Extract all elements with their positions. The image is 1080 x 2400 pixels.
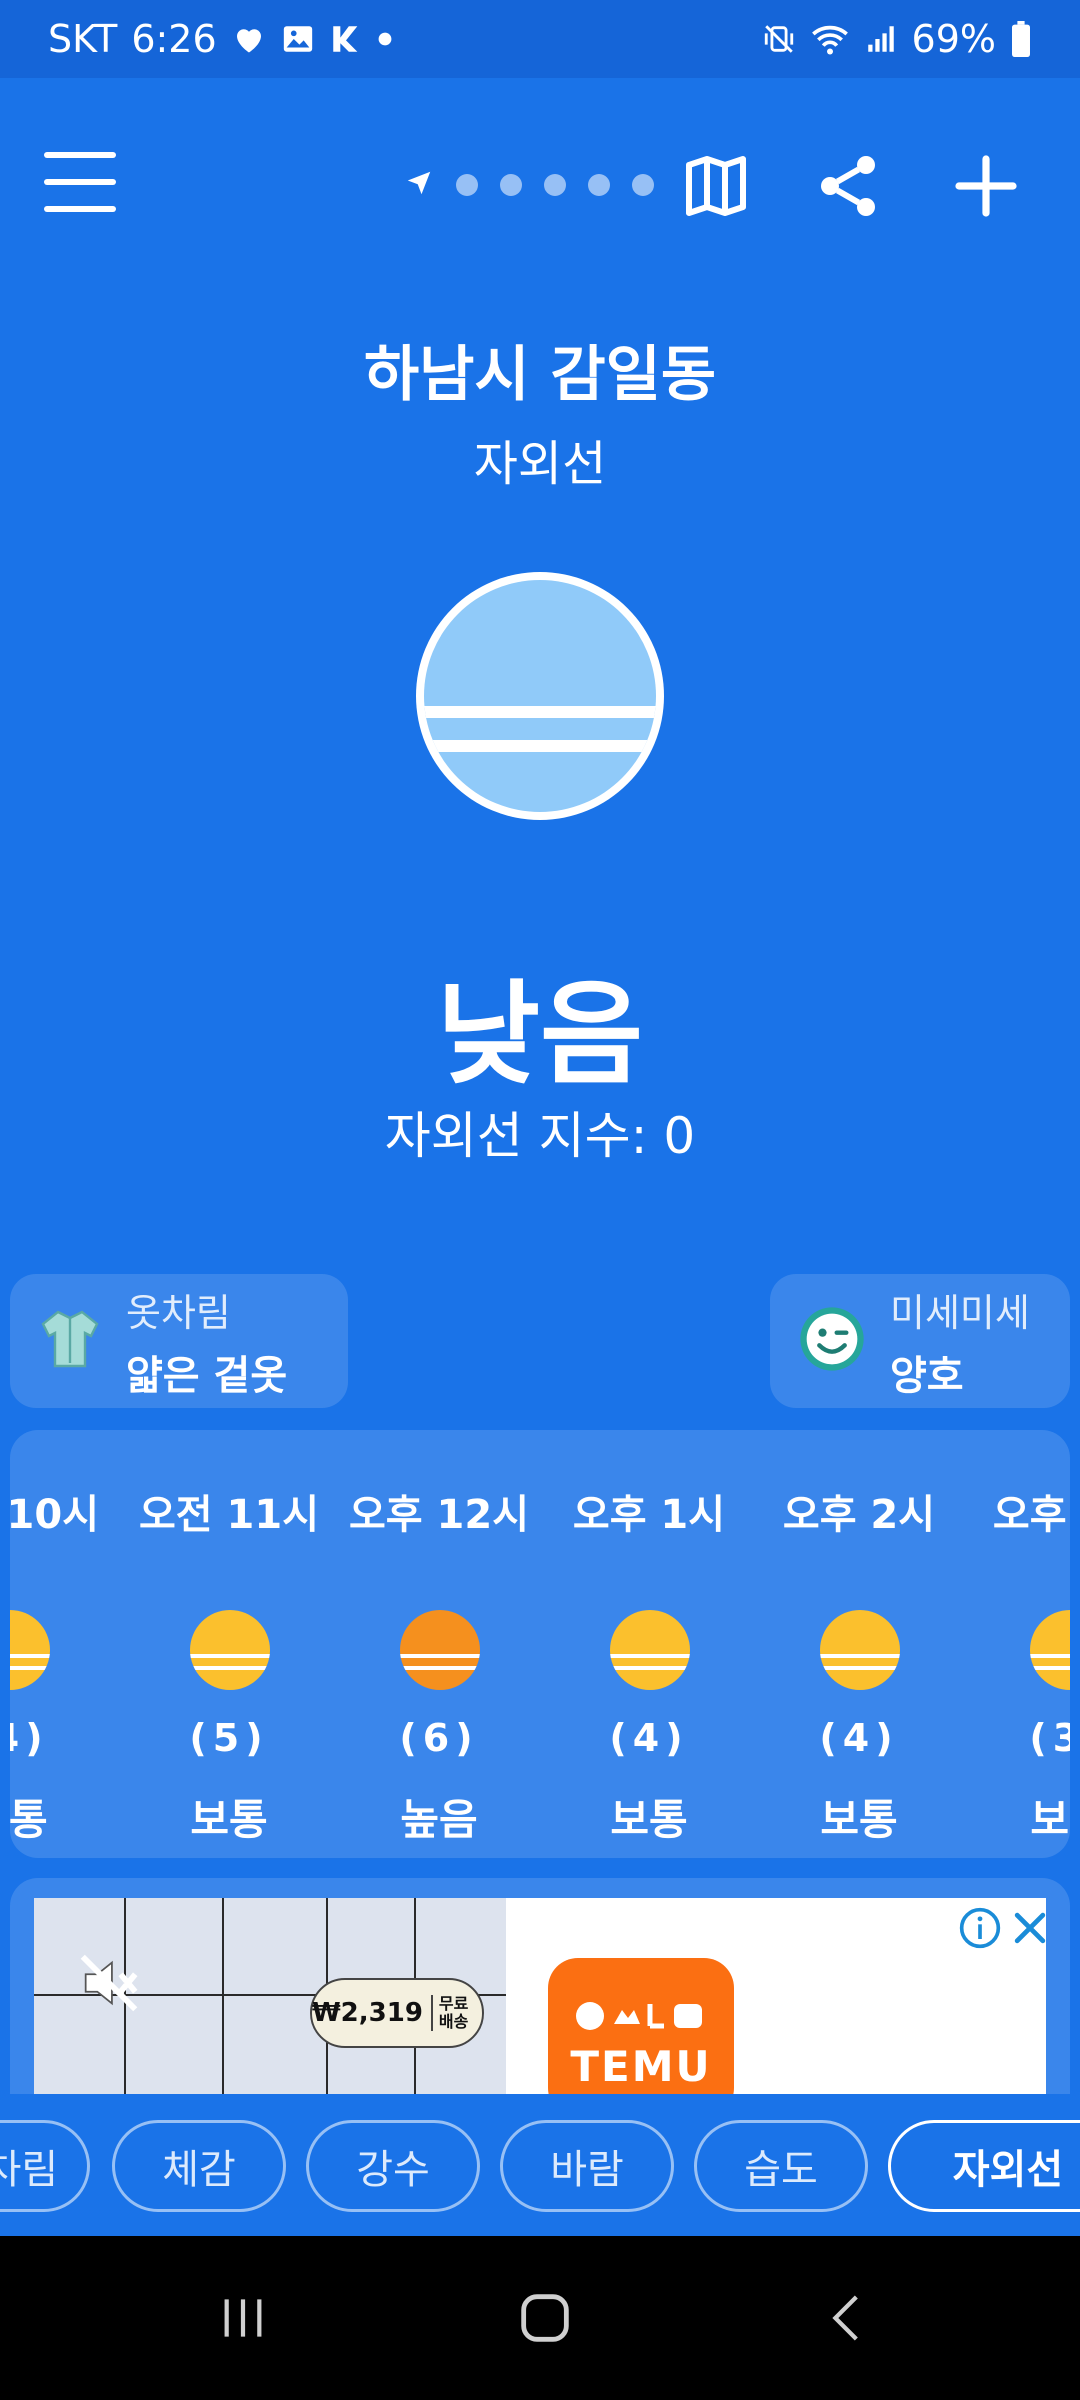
tab-clothing[interactable]: 옷차림 xyxy=(0,2120,90,2212)
ad-close-icon[interactable] xyxy=(1008,1906,1046,1950)
tab-humidity[interactable]: 습도 xyxy=(694,2120,868,2212)
hour-level: 보통 xyxy=(1030,1795,1070,1844)
recent-apps-icon[interactable] xyxy=(198,2276,288,2360)
tab-feels-like[interactable]: 체감 xyxy=(112,2120,286,2212)
hour-index: (5) xyxy=(189,1716,269,1760)
tab-precipitation[interactable]: 강수 xyxy=(306,2120,480,2212)
hourly-item: 오후 2시 (4) 보통 xyxy=(754,1430,964,1858)
page-subtitle: 자외선 xyxy=(473,436,607,492)
menu-icon[interactable] xyxy=(44,152,116,212)
ad-info-icon[interactable] xyxy=(958,1906,1002,1950)
ad-free-shipping: 무료 배송 xyxy=(430,1995,482,2031)
hour-level: 보통 xyxy=(190,1795,268,1844)
fine-dust-value: 양호 xyxy=(890,1352,964,1399)
uv-moderate-icon xyxy=(188,1608,272,1692)
more-notifications-dot-icon xyxy=(377,31,393,47)
fine-dust-title: 미세미세 xyxy=(890,1290,1030,1335)
hour-time: 오후 2시 xyxy=(782,1492,936,1538)
hour-index: (6) xyxy=(399,1716,479,1760)
hour-time: 오후 1시 xyxy=(572,1492,726,1538)
temu-brand: TEMU xyxy=(570,2042,712,2091)
mute-vibrate-icon xyxy=(762,22,796,56)
uv-moderate-icon xyxy=(10,1608,52,1692)
hourly-item: 오후 3시 (3) 보통 xyxy=(964,1430,1070,1858)
location-title: 하남시 감일동 xyxy=(363,340,717,410)
uv-level-label: 낮음 xyxy=(436,970,644,1100)
temu-logo: TEMU xyxy=(548,1958,734,2094)
system-nav-bar xyxy=(0,2236,1080,2400)
location-pager[interactable] xyxy=(404,168,654,202)
hour-time: 오전 10시 xyxy=(10,1492,99,1538)
clothing-title: 옷차림 xyxy=(126,1290,231,1335)
hour-level: 보통 xyxy=(820,1795,898,1844)
heart-notification-icon xyxy=(231,21,267,57)
uv-moderate-icon xyxy=(1028,1608,1070,1692)
hour-level: 높음 xyxy=(400,1795,478,1844)
hour-level: 보통 xyxy=(610,1795,688,1844)
battery-icon xyxy=(1010,21,1032,57)
hourly-item: 오전 11시 (5) 보통 xyxy=(124,1430,334,1858)
signal-icon xyxy=(864,22,898,56)
hour-index: (4) xyxy=(10,1716,49,1760)
jacket-icon xyxy=(34,1303,106,1379)
pager-dot[interactable] xyxy=(500,174,522,196)
map-icon[interactable] xyxy=(680,150,752,222)
hour-level: 보통 xyxy=(10,1795,48,1844)
mute-icon[interactable] xyxy=(74,1948,144,2018)
hourly-item: 오전 10시 (4) 보통 xyxy=(10,1430,114,1858)
pager-dot[interactable] xyxy=(544,174,566,196)
category-tabs[interactable]: 옷차림 체감 강수 바람 습도 자외선 xyxy=(0,2094,1080,2236)
wink-face-icon xyxy=(794,1301,870,1381)
clothing-value: 얇은 겉옷 xyxy=(126,1352,288,1399)
hour-index: (4) xyxy=(819,1716,899,1760)
hourly-forecast[interactable]: 오전 10시 (4) 보통 오전 11시 (5) 보통 오후 12시 (6) 높… xyxy=(10,1430,1070,1858)
clothing-chip[interactable]: 옷차림 얇은 겉옷 xyxy=(10,1274,348,1408)
hourly-item: 오후 12시 (6) 높음 xyxy=(334,1430,544,1858)
uv-index-label: 자외선 지수: 0 xyxy=(384,1107,696,1165)
uv-high-icon xyxy=(398,1608,482,1692)
pager-dot[interactable] xyxy=(588,174,610,196)
uv-moderate-icon xyxy=(608,1608,692,1692)
hour-time: 오전 11시 xyxy=(139,1492,319,1538)
home-icon[interactable] xyxy=(500,2276,590,2360)
clock: 6:26 xyxy=(131,17,217,61)
fine-dust-chip[interactable]: 미세미세 양호 xyxy=(770,1274,1070,1408)
ad-product-image: ₩2,319 무료 배송 xyxy=(34,1898,506,2094)
ad-price: ₩2,319 xyxy=(312,1998,423,2028)
share-icon[interactable] xyxy=(812,150,884,222)
pager-dot[interactable] xyxy=(456,174,478,196)
app-bar xyxy=(0,78,1080,298)
add-location-icon[interactable] xyxy=(950,150,1022,222)
tab-wind[interactable]: 바람 xyxy=(500,2120,674,2212)
gallery-notification-icon xyxy=(281,22,315,56)
status-bar: SKT 6:26 69% xyxy=(0,0,1080,78)
carrier-label: SKT xyxy=(48,17,118,61)
tab-uv[interactable]: 자외선 xyxy=(888,2120,1080,2212)
status-right: 69% xyxy=(762,17,1032,61)
ad-container: ₩2,319 무료 배송 TEMU xyxy=(10,1878,1070,2094)
pager-dot[interactable] xyxy=(632,174,654,196)
ad-banner[interactable]: ₩2,319 무료 배송 TEMU xyxy=(34,1898,1046,2094)
hour-index: (3) xyxy=(1029,1716,1070,1760)
hourly-item: 오후 1시 (4) 보통 xyxy=(544,1430,754,1858)
current-location-icon xyxy=(404,168,434,202)
hour-time: 오후 3시 xyxy=(992,1492,1070,1538)
hour-time: 오후 12시 xyxy=(349,1492,529,1538)
uv-moderate-icon xyxy=(818,1608,902,1692)
uv-level-icon xyxy=(408,564,672,828)
back-icon[interactable] xyxy=(802,2276,892,2360)
app-notification-icon xyxy=(329,22,363,56)
battery-percent: 69% xyxy=(911,17,996,61)
wifi-icon xyxy=(810,22,850,56)
price-tag: ₩2,319 무료 배송 xyxy=(310,1978,484,2048)
status-left: SKT 6:26 xyxy=(48,17,393,61)
hour-index: (4) xyxy=(609,1716,689,1760)
